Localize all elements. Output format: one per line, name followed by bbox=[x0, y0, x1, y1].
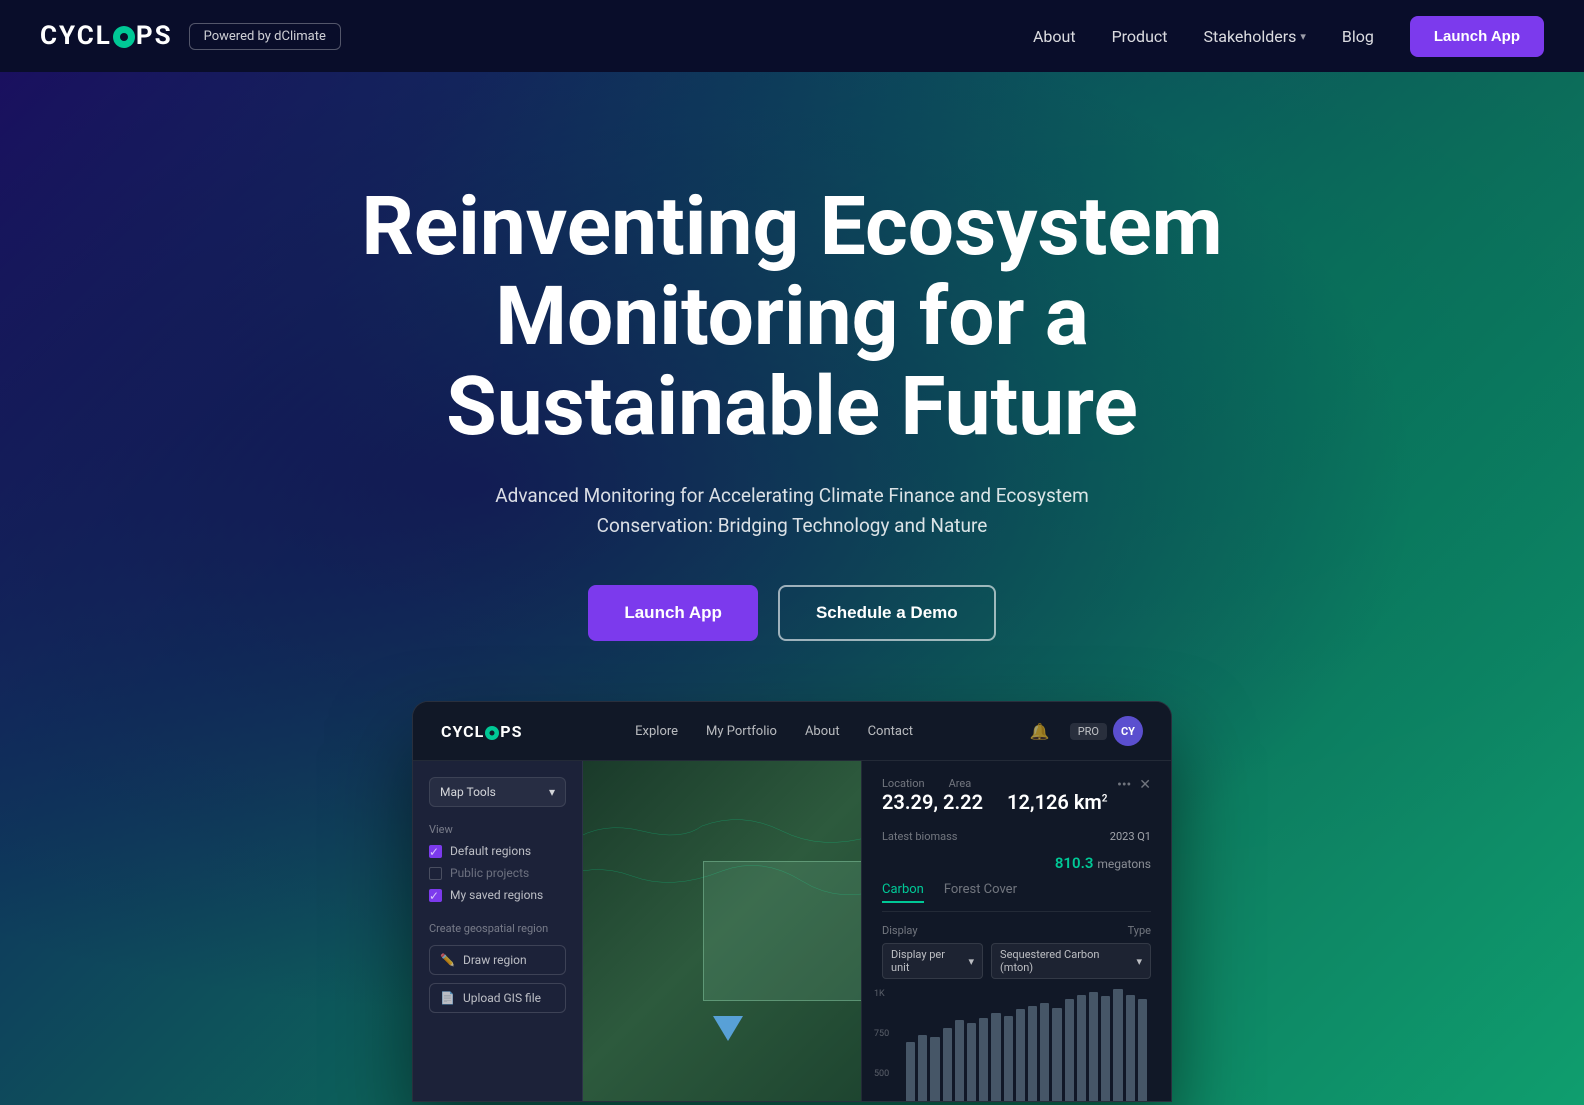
draw-icon: ✏️ bbox=[440, 953, 455, 967]
launch-app-button[interactable]: Launch App bbox=[1410, 16, 1544, 57]
panel-values: 23.29, 2.22 12,126 km2 bbox=[882, 790, 1107, 814]
checkbox-icon bbox=[429, 867, 442, 880]
display-type-row: Display Type Display per unit ▾ Sequeste… bbox=[882, 924, 1151, 979]
display-label: Display bbox=[882, 924, 918, 937]
chart-bar bbox=[1138, 999, 1147, 1102]
logo[interactable]: CYCLPS bbox=[40, 21, 173, 51]
panel-tabs: Carbon Forest Cover bbox=[882, 882, 1151, 912]
nav-product[interactable]: Product bbox=[1112, 27, 1168, 46]
nav-about[interactable]: About bbox=[1033, 27, 1076, 46]
chart-bar bbox=[1028, 1006, 1037, 1102]
biomass-value-row: 810.3 megatons bbox=[882, 853, 1151, 872]
mockup-nav-links: Explore My Portfolio About Contact bbox=[635, 724, 913, 739]
mockup-navbar: CYCLPS Explore My Portfolio About Contac… bbox=[413, 702, 1171, 761]
mockup-sidebar: Map Tools ▾ View ✓ Default regions Publi… bbox=[413, 761, 583, 1101]
location-pin-icon bbox=[713, 1016, 743, 1041]
chart-bar bbox=[967, 1023, 976, 1102]
pro-badge: PRO bbox=[1070, 723, 1107, 740]
avatar[interactable]: CY bbox=[1113, 716, 1143, 746]
hero-section: Reinventing Ecosystem Monitoring for a S… bbox=[0, 72, 1584, 1105]
mockup-nav-right: 🔔 PRO CY bbox=[1026, 716, 1143, 746]
chevron-down-icon: ▾ bbox=[549, 785, 555, 799]
bell-icon[interactable]: 🔔 bbox=[1026, 717, 1054, 745]
checkbox-public-projects[interactable]: Public projects bbox=[429, 866, 566, 880]
checkbox-icon: ✓ bbox=[429, 889, 442, 902]
navbar: CYCLPS Powered by dClimate About Product… bbox=[0, 0, 1584, 72]
display-dropdown[interactable]: Display per unit ▾ bbox=[882, 943, 983, 979]
chart-container: 1K 750 500 250 bbox=[882, 989, 1151, 1102]
mockup-body: Map Tools ▾ View ✓ Default regions Publi… bbox=[413, 761, 1171, 1101]
hero-subtitle: Advanced Monitoring for Accelerating Cli… bbox=[452, 481, 1132, 542]
panel-info: Location Area 23.29, 2.22 12,126 km2 bbox=[882, 777, 1107, 818]
chart-y-axis: 1K 750 500 250 bbox=[874, 989, 889, 1102]
area-value: 12,126 km2 bbox=[1007, 790, 1107, 814]
checkbox-icon: ✓ bbox=[429, 845, 442, 858]
chart-bar bbox=[906, 1042, 915, 1103]
mockup-logo: CYCLPS bbox=[441, 722, 522, 741]
mockup-data-panel: Location Area 23.29, 2.22 12,126 km2 bbox=[861, 761, 1171, 1101]
navbar-left: CYCLPS Powered by dClimate bbox=[40, 21, 341, 51]
hero-demo-button[interactable]: Schedule a Demo bbox=[778, 585, 996, 641]
display-dropdowns: Display per unit ▾ Sequestered Carbon (m… bbox=[882, 943, 1151, 979]
avatar-group: PRO CY bbox=[1070, 716, 1143, 746]
draw-region-button[interactable]: ✏️ Draw region bbox=[429, 945, 566, 975]
mockup-window: CYCLPS Explore My Portfolio About Contac… bbox=[412, 701, 1172, 1102]
chart-bar bbox=[1016, 1009, 1025, 1102]
tab-carbon[interactable]: Carbon bbox=[882, 882, 924, 903]
upload-icon: 📄 bbox=[440, 991, 455, 1005]
chart-bar bbox=[1065, 999, 1074, 1102]
type-dropdown[interactable]: Sequestered Carbon (mton) ▾ bbox=[991, 943, 1151, 979]
mockup-nav-contact[interactable]: Contact bbox=[868, 724, 913, 739]
chevron-down-icon: ▾ bbox=[969, 955, 975, 968]
panel-actions: ••• ✕ bbox=[1117, 777, 1151, 793]
chart-bar bbox=[1089, 992, 1098, 1102]
chart-bar bbox=[1052, 1008, 1061, 1103]
chart-bar bbox=[979, 1018, 988, 1103]
chart-bar bbox=[1077, 995, 1086, 1102]
chart-bar bbox=[1101, 996, 1110, 1102]
map-tools-dropdown[interactable]: Map Tools ▾ bbox=[429, 777, 566, 807]
chart-bar bbox=[1113, 989, 1122, 1102]
powered-badge: Powered by dClimate bbox=[189, 23, 341, 50]
hero-buttons: Launch App Schedule a Demo bbox=[342, 585, 1242, 641]
chart-bar bbox=[955, 1020, 964, 1102]
biomass-line: Latest biomass 2023 Q1 bbox=[882, 830, 1151, 843]
panel-header: Location Area 23.29, 2.22 12,126 km2 bbox=[882, 777, 1151, 818]
app-mockup: CYCLPS Explore My Portfolio About Contac… bbox=[412, 701, 1172, 1102]
mockup-nav-about[interactable]: About bbox=[805, 724, 840, 739]
close-icon[interactable]: ✕ bbox=[1139, 777, 1151, 793]
tab-forest-cover[interactable]: Forest Cover bbox=[944, 882, 1017, 903]
chart-bar bbox=[1004, 1016, 1013, 1102]
create-region-label: Create geospatial region bbox=[429, 922, 566, 935]
chart-bar bbox=[918, 1035, 927, 1103]
chevron-down-icon: ▾ bbox=[1136, 955, 1142, 968]
chart-bar bbox=[991, 1013, 1000, 1102]
chart-bar bbox=[943, 1028, 952, 1103]
hero-title: Reinventing Ecosystem Monitoring for a S… bbox=[342, 182, 1242, 453]
chart-bar bbox=[930, 1037, 939, 1102]
checkbox-saved-regions[interactable]: ✓ My saved regions bbox=[429, 888, 566, 902]
more-options-icon[interactable]: ••• bbox=[1117, 777, 1131, 793]
view-label: View bbox=[429, 823, 566, 836]
hero-content: Reinventing Ecosystem Monitoring for a S… bbox=[342, 72, 1242, 701]
chevron-down-icon: ▾ bbox=[1300, 30, 1306, 43]
nav-stakeholders[interactable]: Stakeholders ▾ bbox=[1204, 27, 1306, 46]
upload-gis-button[interactable]: 📄 Upload GIS file bbox=[429, 983, 566, 1013]
mockup-nav-explore[interactable]: Explore bbox=[635, 724, 678, 739]
chart-bar bbox=[1126, 995, 1135, 1102]
nav-blog[interactable]: Blog bbox=[1342, 27, 1374, 46]
chart-bar bbox=[1040, 1003, 1049, 1102]
map-region-highlight bbox=[703, 861, 861, 1001]
bar-chart bbox=[902, 989, 1151, 1102]
navbar-right: About Product Stakeholders ▾ Blog Launch… bbox=[1033, 16, 1544, 57]
hero-launch-button[interactable]: Launch App bbox=[588, 585, 758, 641]
checkbox-default-regions[interactable]: ✓ Default regions bbox=[429, 844, 566, 858]
panel-labels: Location Area bbox=[882, 777, 1107, 790]
type-label: Type bbox=[1128, 924, 1151, 937]
mockup-map[interactable] bbox=[583, 761, 861, 1101]
mockup-nav-portfolio[interactable]: My Portfolio bbox=[706, 724, 777, 739]
